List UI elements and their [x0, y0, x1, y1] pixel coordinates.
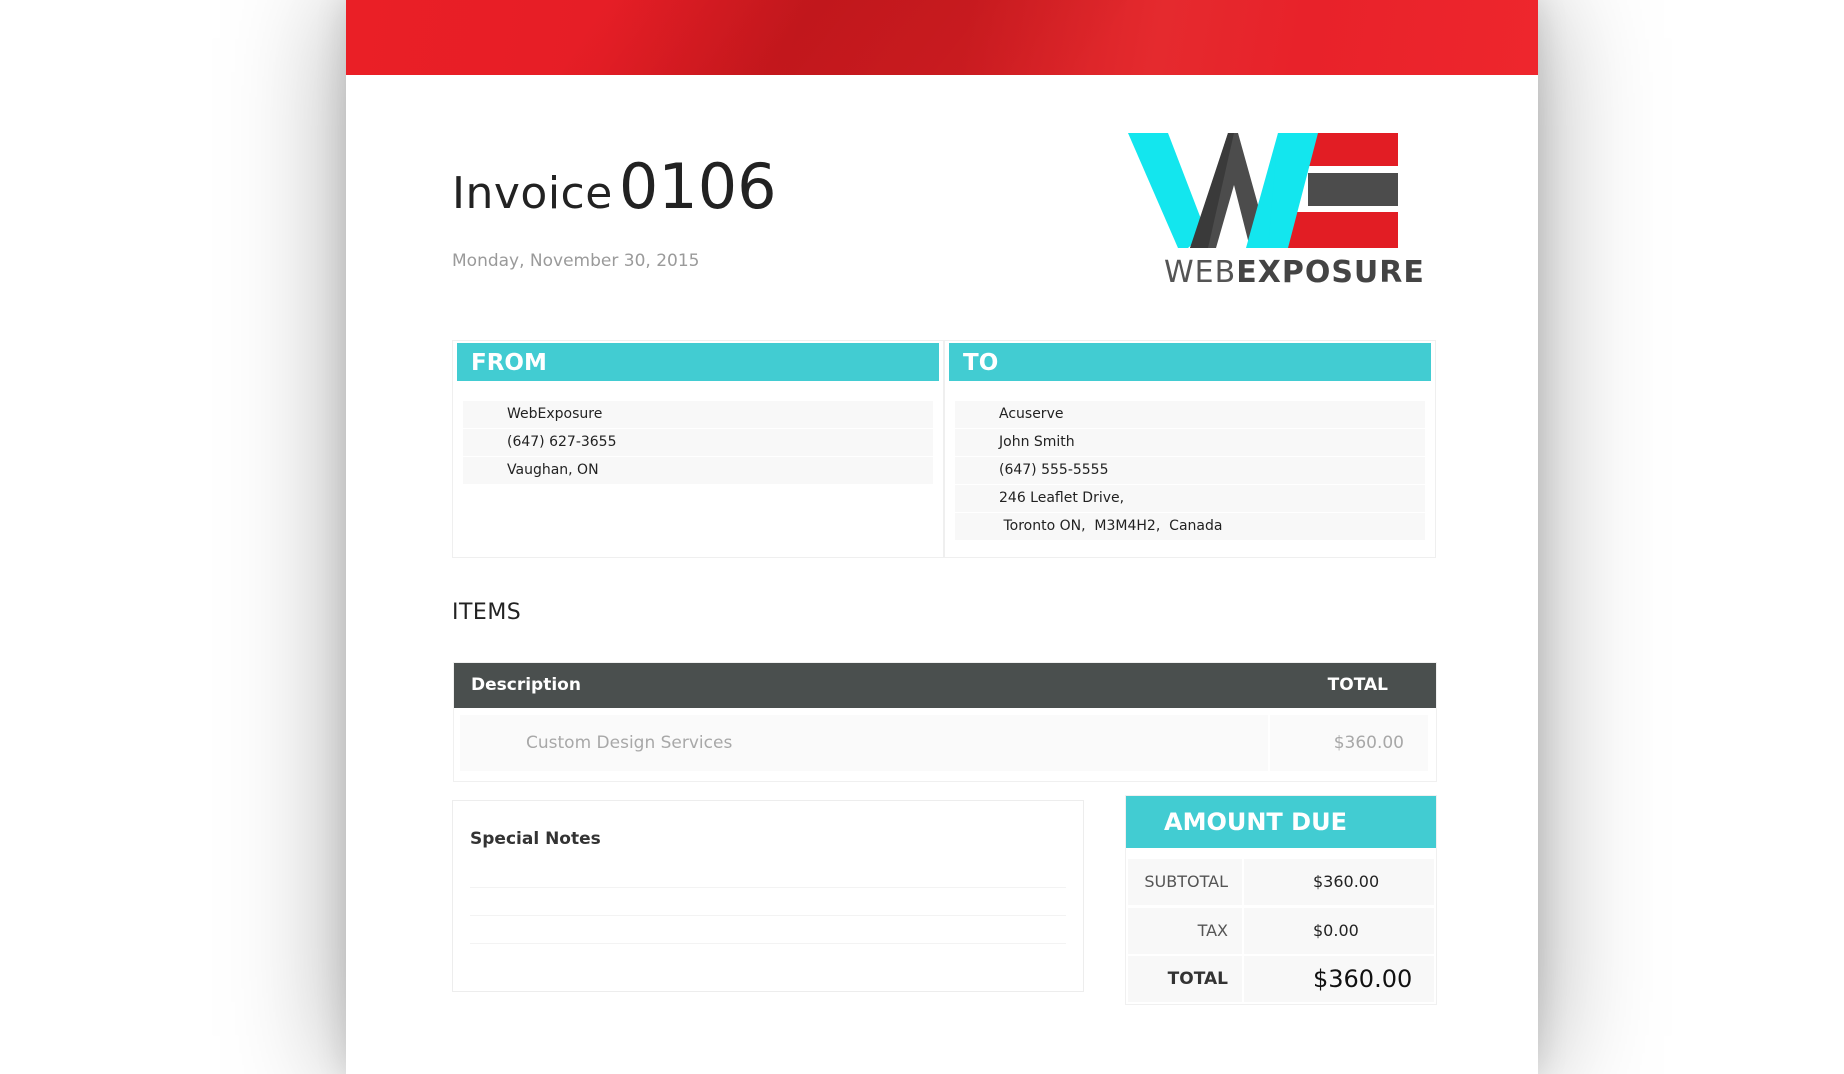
from-line: Vaughan, ON: [463, 457, 933, 484]
company-logo: WEBEXPOSURE: [1128, 130, 1424, 290]
we-logo-mark: [1128, 133, 1398, 248]
invoice-title-word: Invoice: [452, 168, 613, 219]
to-heading: TO: [949, 343, 1431, 381]
subtotal-value: $360.00: [1313, 872, 1380, 891]
from-line: (647) 627-3655: [463, 429, 933, 456]
logo-wordmark: WEBEXPOSURE: [1164, 255, 1425, 290]
table-row: Custom Design Services $360.00: [460, 715, 1428, 771]
tax-label: TAX: [1197, 921, 1228, 940]
from-heading: FROM: [457, 343, 939, 381]
invoice-page: Invoice0106 Monday, November 30, 2015 WE…: [346, 0, 1538, 1074]
amount-due-heading: AMOUNT DUE: [1126, 796, 1436, 848]
invoice-date: Monday, November 30, 2015: [452, 251, 700, 271]
special-notes-label: Special Notes: [470, 829, 601, 849]
to-line: Toronto ON, M3M4H2, Canada: [955, 513, 1425, 540]
logo-word-exposure: EXPOSURE: [1236, 255, 1425, 290]
notes-rule: [470, 943, 1066, 944]
special-notes-box: Special Notes: [452, 800, 1084, 992]
to-section: TO Acuserve John Smith (647) 555-5555 24…: [944, 340, 1436, 558]
subtotal-label: SUBTOTAL: [1144, 872, 1228, 891]
row-divider: [1242, 859, 1244, 905]
to-line: John Smith: [955, 429, 1425, 456]
total-value: $360.00: [1313, 965, 1413, 993]
to-line: (647) 555-5555: [955, 457, 1425, 484]
row-divider: [1268, 715, 1270, 771]
logo-word-web: WEB: [1164, 255, 1237, 290]
row-divider: [1242, 908, 1244, 954]
tax-row: TAX $0.00: [1128, 908, 1434, 954]
row-divider: [1242, 956, 1244, 1002]
to-line: 246 Leaflet Drive,: [955, 485, 1425, 512]
items-table-header: Description TOTAL: [454, 663, 1436, 708]
notes-rule: [470, 915, 1066, 916]
column-description: Description: [471, 675, 581, 695]
total-row: TOTAL $360.00: [1128, 956, 1434, 1002]
banner-streak: [532, 0, 1140, 75]
invoice-number: 0106: [618, 150, 777, 223]
from-line: WebExposure: [463, 401, 933, 428]
total-label: TOTAL: [1167, 969, 1228, 989]
to-lines: Acuserve John Smith (647) 555-5555 246 L…: [955, 401, 1425, 541]
amount-due-box: AMOUNT DUE SUBTOTAL $360.00 TAX $0.00 TO…: [1125, 795, 1437, 1005]
tax-value: $0.00: [1313, 921, 1359, 940]
header-banner: [346, 0, 1538, 75]
items-table: Description TOTAL Custom Design Services…: [453, 662, 1437, 782]
items-heading: ITEMS: [452, 600, 522, 625]
invoice-title: Invoice0106: [452, 150, 777, 223]
from-section: FROM WebExposure (647) 627-3655 Vaughan,…: [452, 340, 944, 558]
notes-rule: [470, 887, 1066, 888]
subtotal-row: SUBTOTAL $360.00: [1128, 859, 1434, 905]
column-total: TOTAL: [1327, 675, 1388, 695]
to-line: Acuserve: [955, 401, 1425, 428]
item-description: Custom Design Services: [526, 733, 733, 753]
item-total: $360.00: [1333, 733, 1404, 753]
from-lines: WebExposure (647) 627-3655 Vaughan, ON: [463, 401, 933, 485]
